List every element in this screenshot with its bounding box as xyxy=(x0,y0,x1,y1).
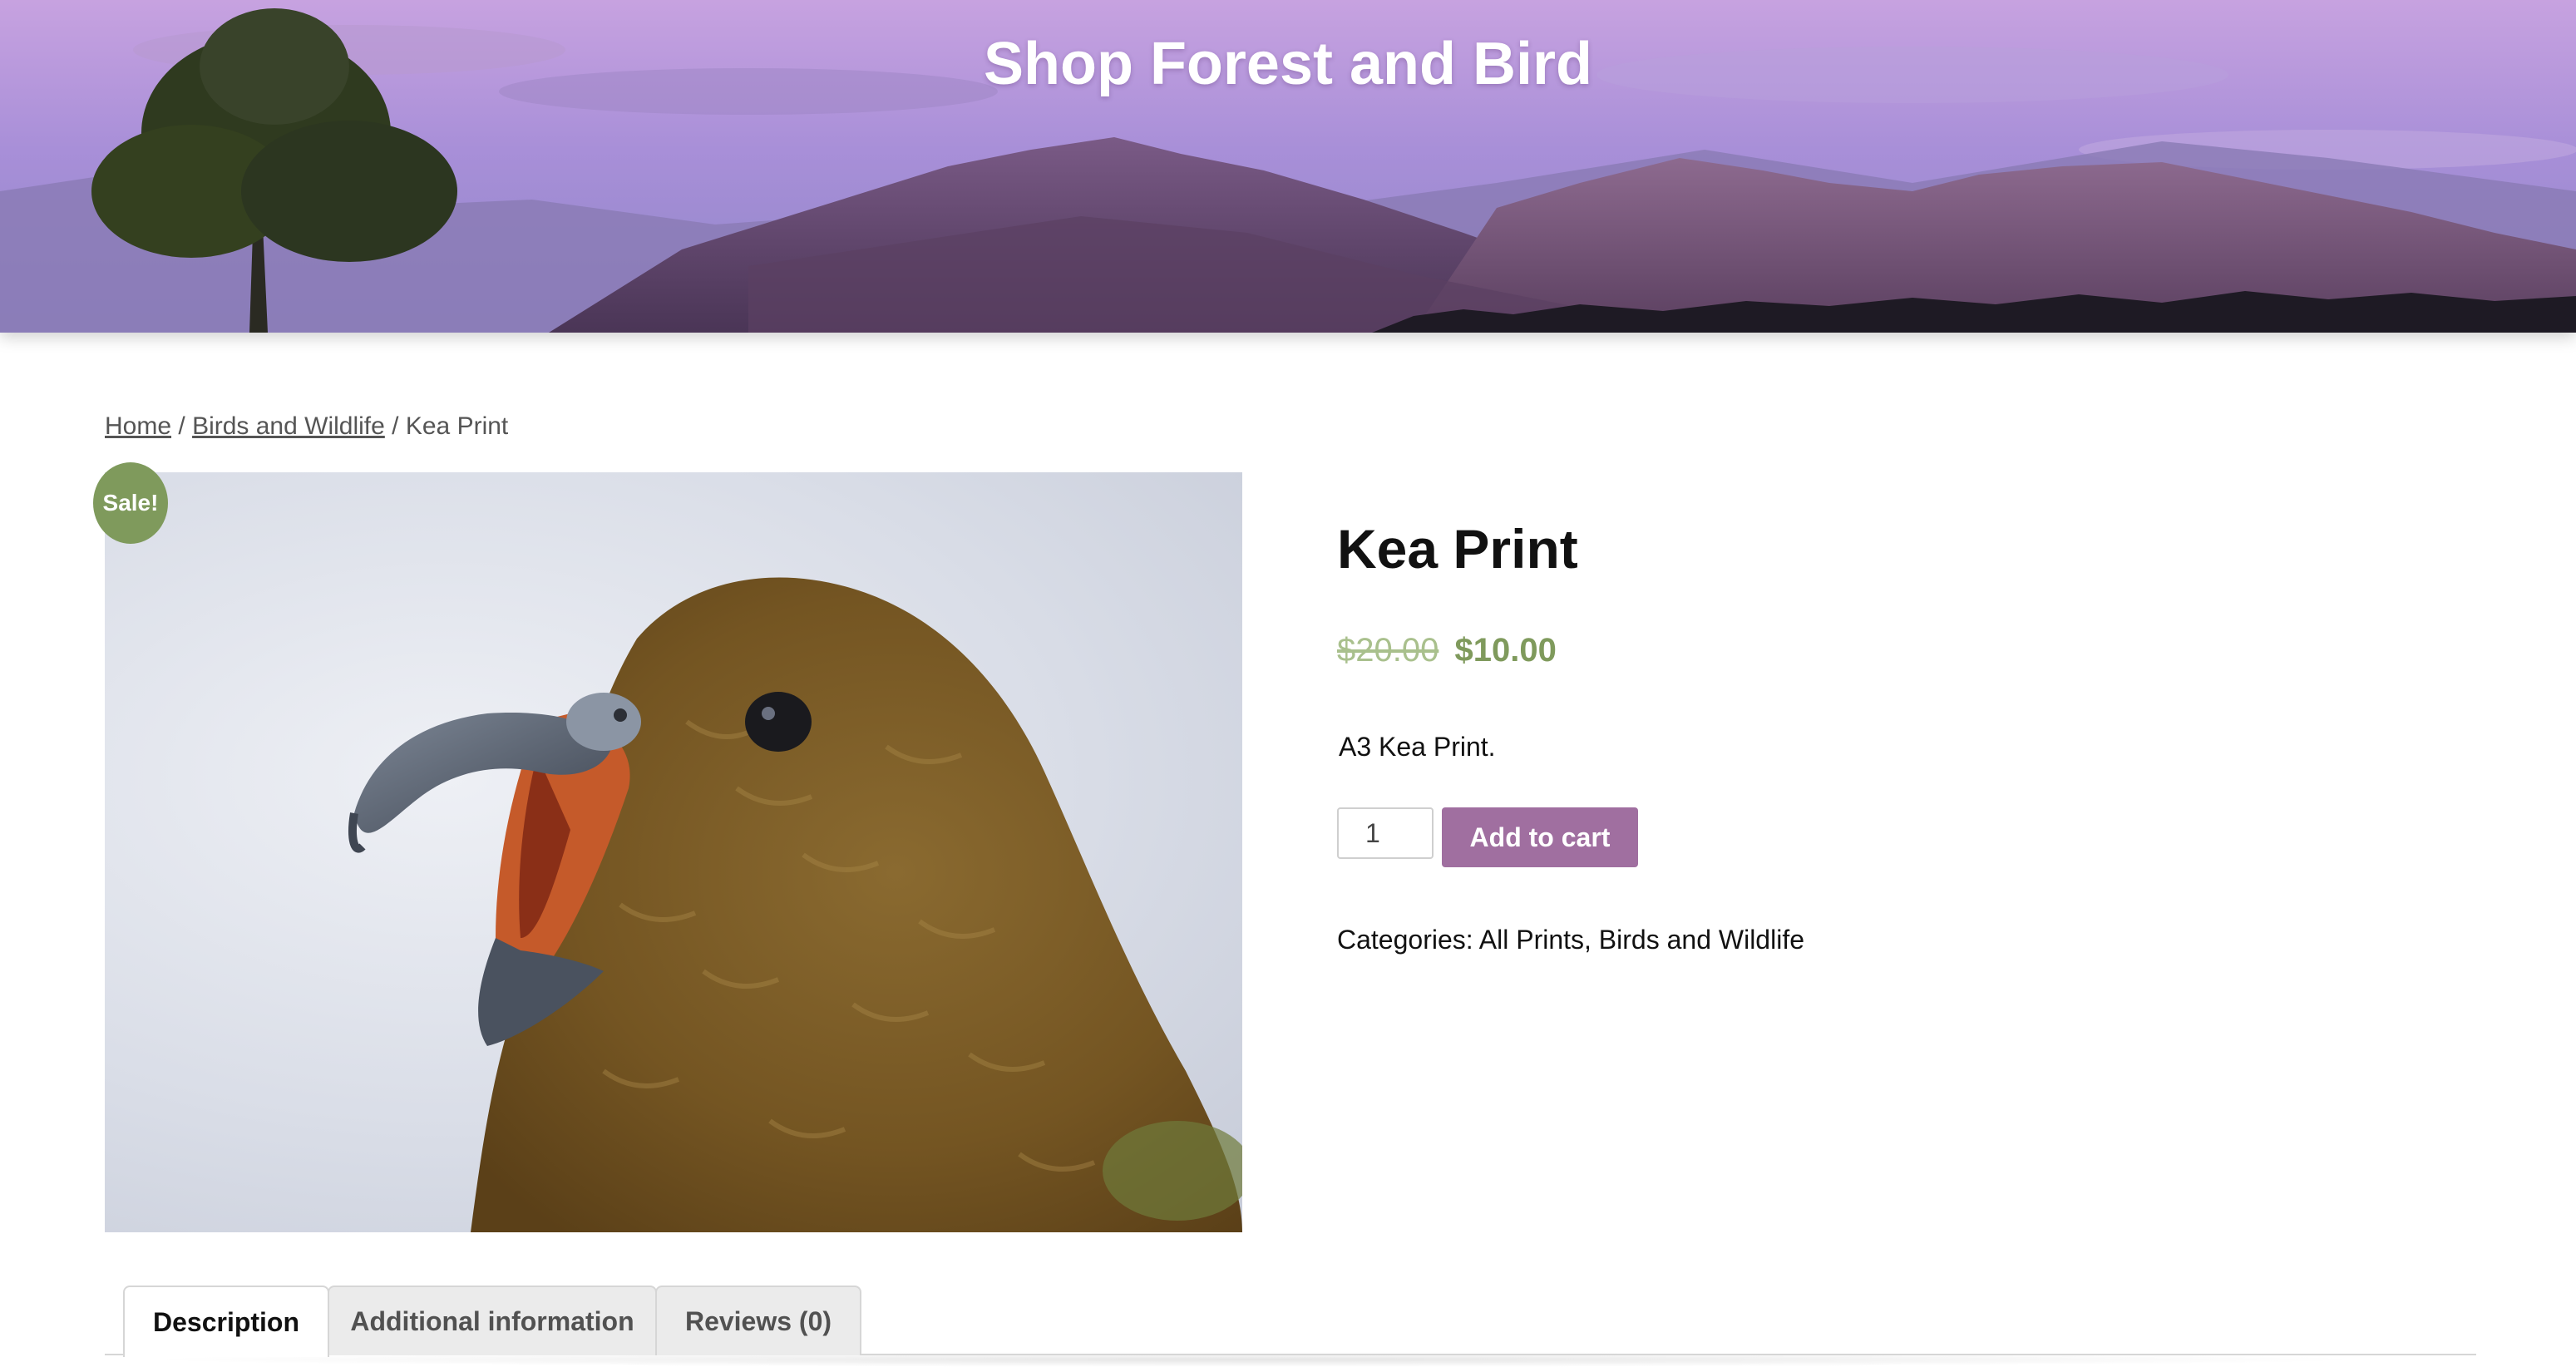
quantity-input[interactable] xyxy=(1337,807,1434,859)
sale-price: $10.00 xyxy=(1454,632,1557,669)
tab-reviews[interactable]: Reviews (0) xyxy=(655,1286,861,1355)
category-link-all-prints[interactable]: All Prints xyxy=(1479,925,1584,955)
category-link-birds-and-wildlife[interactable]: Birds and Wildlife xyxy=(1599,925,1804,955)
original-price: $20.00 xyxy=(1337,632,1439,669)
product-title: Kea Print xyxy=(1337,518,1578,580)
sale-badge: Sale! xyxy=(93,462,168,544)
header-banner: Shop Forest and Bird xyxy=(0,0,2576,333)
breadcrumb-separator: / xyxy=(392,412,399,440)
product-price: $20.00 $10.00 xyxy=(1337,632,1557,669)
product-image[interactable] xyxy=(105,472,1242,1232)
categories-label: Categories: xyxy=(1337,925,1473,955)
tab-additional-information[interactable]: Additional information xyxy=(328,1286,657,1355)
breadcrumb-home-link[interactable]: Home xyxy=(105,412,171,440)
product-categories: Categories: All Prints, Birds and Wildli… xyxy=(1337,925,1804,955)
site-title[interactable]: Shop Forest and Bird xyxy=(0,30,2576,98)
breadcrumb: Home / Birds and Wildlife / Kea Print xyxy=(105,412,508,441)
breadcrumb-category-link[interactable]: Birds and Wildlife xyxy=(192,412,385,440)
tab-description[interactable]: Description xyxy=(123,1286,329,1357)
add-to-cart-button[interactable]: Add to cart xyxy=(1442,807,1638,867)
category-separator: , xyxy=(1584,925,1599,955)
product-short-description: A3 Kea Print. xyxy=(1339,732,1496,762)
breadcrumb-current: Kea Print xyxy=(405,412,509,440)
breadcrumb-separator: / xyxy=(178,412,185,440)
kea-parrot-image xyxy=(348,577,1242,1232)
